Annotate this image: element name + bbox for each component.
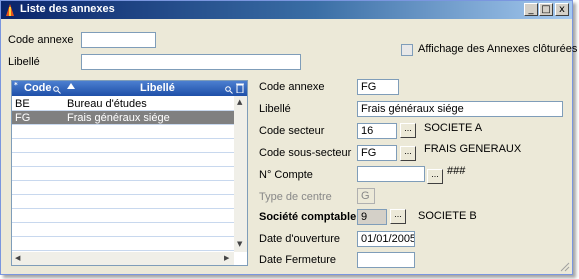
- societe-comptable-label: Société comptable: [259, 211, 357, 223]
- code-secteur-label: Code secteur: [259, 125, 325, 137]
- code-annexe-input[interactable]: FG: [357, 79, 399, 95]
- search-icon[interactable]: [225, 86, 233, 94]
- n-compte-label: N° Compte: [259, 169, 313, 181]
- type-centre-label: Type de centre: [259, 191, 332, 203]
- search-icon[interactable]: [53, 86, 61, 94]
- n-compte-browse-button[interactable]: ...: [427, 169, 443, 184]
- filter-libelle-input[interactable]: [81, 54, 301, 70]
- minimize-button[interactable]: _: [524, 3, 538, 16]
- table-row-selected[interactable]: FG Frais généraux siége: [12, 111, 234, 125]
- maximize-button[interactable]: □: [539, 3, 553, 16]
- code-secteur-input[interactable]: 16: [357, 123, 397, 139]
- row-code: BE: [15, 98, 30, 110]
- code-sous-secteur-desc: FRAIS GENERAUX: [424, 143, 522, 155]
- resize-grip-icon[interactable]: [559, 261, 570, 272]
- scroll-up-arrow-icon[interactable]: ▲: [237, 98, 242, 106]
- empty-row[interactable]: [12, 209, 234, 223]
- scroll-left-arrow-icon[interactable]: ◀: [15, 254, 20, 262]
- code-annexe-label: Code annexe: [259, 81, 325, 93]
- app-icon: [6, 4, 14, 16]
- scroll-down-arrow-icon[interactable]: ▼: [237, 240, 242, 248]
- empty-row[interactable]: [12, 195, 234, 209]
- date-fermeture-input[interactable]: [357, 252, 415, 268]
- sort-asterisk-icon: *: [14, 81, 18, 89]
- date-ouverture-label: Date d'ouverture: [259, 233, 340, 245]
- type-centre-input: G: [357, 188, 375, 204]
- date-fermeture-label: Date Fermeture: [259, 254, 337, 266]
- closed-annexes-label: Affichage des Annexes clôturées: [418, 43, 578, 55]
- row-libelle: Frais généraux siége: [67, 112, 170, 124]
- grid-header: * Code Libellé: [12, 81, 247, 96]
- scroll-right-arrow-icon[interactable]: ▶: [224, 254, 229, 262]
- closed-annexes-checkbox[interactable]: [401, 44, 413, 56]
- row-libelle: Bureau d'études: [67, 98, 147, 110]
- annexes-window: Liste des annexes _ □ x Code annexe Libe…: [0, 0, 577, 275]
- annexes-grid: * Code Libellé BE Bureau d'études FG Fra…: [11, 80, 248, 266]
- sort-up-icon[interactable]: [67, 83, 75, 89]
- table-row[interactable]: BE Bureau d'études: [12, 97, 234, 111]
- societe-comptable-desc: SOCIETE B: [418, 210, 477, 222]
- empty-row[interactable]: [12, 167, 234, 181]
- column-header-code[interactable]: Code: [24, 82, 52, 94]
- empty-row[interactable]: [12, 139, 234, 153]
- n-compte-desc: ###: [447, 165, 466, 177]
- societe-comptable-input[interactable]: 9: [357, 209, 387, 225]
- code-sous-secteur-browse-button[interactable]: ...: [400, 146, 416, 161]
- empty-row[interactable]: [12, 153, 234, 167]
- trash-icon[interactable]: [236, 83, 244, 93]
- column-header-libelle[interactable]: Libellé: [140, 82, 175, 94]
- societe-comptable-browse-button[interactable]: ...: [390, 209, 406, 224]
- code-secteur-desc: SOCIETE A: [424, 122, 483, 134]
- code-secteur-browse-button[interactable]: ...: [400, 123, 416, 138]
- code-sous-secteur-label: Code sous-secteur: [259, 147, 352, 159]
- empty-row[interactable]: [12, 237, 234, 251]
- filter-libelle-label: Libellé: [8, 56, 40, 68]
- code-sous-secteur-input[interactable]: FG: [357, 145, 397, 161]
- vertical-scrollbar[interactable]: ▲ ▼: [234, 96, 247, 252]
- n-compte-input[interactable]: [357, 166, 425, 182]
- horizontal-scrollbar[interactable]: ◀ ▶: [12, 252, 234, 265]
- empty-row[interactable]: [12, 181, 234, 195]
- close-button[interactable]: x: [555, 3, 569, 16]
- libelle-input[interactable]: Frais généraux siége: [357, 101, 563, 117]
- filter-code-input[interactable]: [81, 32, 156, 48]
- title-bar[interactable]: Liste des annexes _ □ x: [1, 1, 572, 19]
- empty-row[interactable]: [12, 223, 234, 237]
- libelle-label: Libellé: [259, 103, 291, 115]
- row-code: FG: [15, 112, 31, 124]
- filter-code-label: Code annexe: [8, 34, 74, 46]
- date-ouverture-input[interactable]: 01/01/2005: [357, 231, 415, 247]
- empty-row[interactable]: [12, 125, 234, 139]
- window-title: Liste des annexes: [20, 3, 115, 15]
